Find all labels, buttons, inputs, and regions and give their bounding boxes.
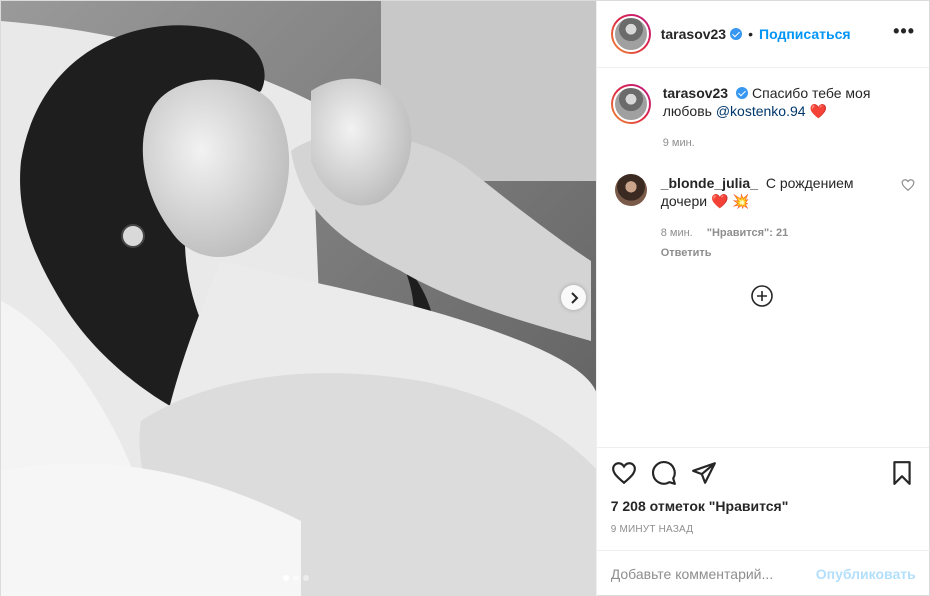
avatar[interactable] [610, 14, 651, 54]
more-icon[interactable]: ••• [893, 21, 915, 48]
action-icons [611, 458, 915, 488]
reply-button[interactable]: Ответить [661, 244, 893, 262]
header-separator: • [748, 26, 754, 42]
caption-mention[interactable]: @kostenko.94 [716, 103, 806, 119]
post-photo[interactable] [1, 1, 597, 596]
avatar[interactable] [614, 174, 647, 206]
comment-icon[interactable] [651, 460, 677, 486]
verified-icon [736, 87, 749, 99]
post-container: tarasov23 • Подписаться ••• tarasov23 Сп… [0, 0, 930, 596]
comment-emoji: ❤️ 💥 [710, 193, 750, 209]
caption: tarasov23 Спасибо тебе моя любовь @koste… [610, 84, 915, 152]
post-timestamp[interactable]: 9 минут назад [611, 524, 915, 535]
caption-username[interactable]: tarasov23 [663, 85, 728, 101]
caption-time[interactable]: 9 мин. [663, 134, 695, 152]
follow-button[interactable]: Подписаться [759, 26, 851, 42]
carousel-dot [303, 575, 309, 581]
post-side-panel: tarasov23 • Подписаться ••• tarasov23 Сп… [596, 1, 930, 596]
chevron-right-icon [570, 291, 578, 304]
plus-circle-icon[interactable] [750, 284, 774, 308]
avatar[interactable] [610, 84, 651, 124]
add-comment-bar: Опубликовать [596, 550, 930, 596]
heart-icon[interactable] [611, 460, 637, 486]
caption-emoji: ❤️ [809, 103, 827, 119]
carousel-dot [293, 575, 299, 581]
share-icon[interactable] [691, 460, 717, 486]
likes-count[interactable]: 7 208 отметок "Нравится" [611, 498, 915, 514]
verified-icon [730, 28, 743, 40]
post-header: tarasov23 • Подписаться ••• [596, 1, 929, 68]
comment-time[interactable]: 8 мин. [661, 224, 693, 242]
heart-icon[interactable] [901, 178, 915, 192]
save-icon[interactable] [889, 460, 915, 486]
comment-username[interactable]: _blonde_julia_ [661, 175, 758, 191]
publish-button[interactable]: Опубликовать [816, 566, 916, 582]
photo-image [1, 1, 596, 596]
carousel-dot [283, 575, 289, 581]
carousel-dots [283, 575, 309, 581]
next-slide-button[interactable] [561, 285, 586, 310]
author-username[interactable]: tarasov23 [661, 26, 726, 42]
comment-likes[interactable]: "Нравится": 21 [707, 224, 788, 242]
comment-item: _blonde_julia_ С рождением дочери ❤️ 💥 8… [611, 174, 915, 262]
comments-section: tarasov23 Спасибо тебе моя любовь @koste… [597, 68, 929, 447]
comment-input[interactable] [610, 566, 816, 582]
